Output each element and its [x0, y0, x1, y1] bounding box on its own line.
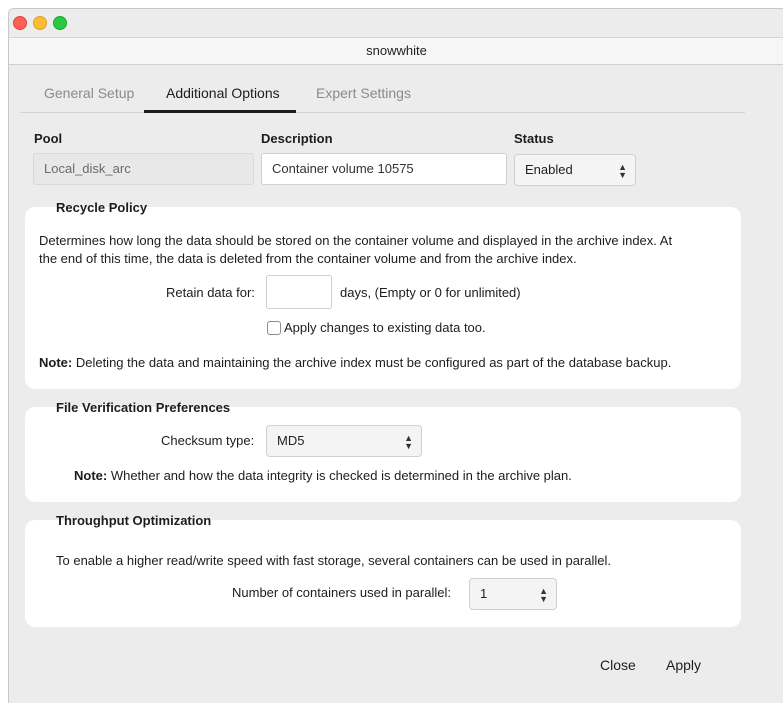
throughput-description: To enable a higher read/write speed with… — [56, 553, 611, 568]
verification-title: File Verification Preferences — [56, 400, 231, 415]
recycle-description-line2: the end of this time, the data is delete… — [39, 251, 577, 266]
checksum-type-select[interactable]: MD5 ▲ ▼ — [266, 425, 422, 457]
checksum-type-label: Checksum type: — [161, 433, 255, 448]
parallel-containers-select[interactable]: 1 ▲ ▼ — [469, 578, 557, 610]
retain-data-label: Retain data for: — [166, 285, 255, 300]
status-label: Status — [514, 131, 554, 146]
recycle-note: Note: Deleting the data and maintaining … — [39, 353, 671, 372]
description-label: Description — [261, 131, 333, 146]
close-button[interactable]: Close — [600, 657, 636, 673]
close-window-button[interactable] — [13, 16, 27, 30]
verification-note-text: Whether and how the data integrity is ch… — [107, 468, 572, 483]
apply-button[interactable]: Apply — [666, 657, 701, 673]
tab-additional-options[interactable]: Additional Options — [166, 85, 280, 119]
verification-note-bold: Note: — [74, 468, 108, 483]
retain-days-input[interactable] — [266, 275, 332, 309]
status-select-value: Enabled — [525, 162, 573, 177]
select-arrows-icon: ▲ ▼ — [539, 586, 548, 604]
verification-note: Note: Whether and how the data integrity… — [74, 466, 572, 485]
select-arrows-icon: ▲ ▼ — [404, 433, 413, 451]
minimize-window-button[interactable] — [33, 16, 47, 30]
apply-existing-checkbox[interactable] — [267, 321, 281, 335]
pool-label: Pool — [34, 131, 63, 146]
select-arrows-icon: ▲ ▼ — [618, 162, 627, 180]
parallel-containers-value: 1 — [480, 586, 488, 601]
tab-expert-settings[interactable]: Expert Settings — [316, 85, 411, 119]
recycle-description-line1: Determines how long the data should be s… — [39, 233, 673, 248]
throughput-title: Throughput Optimization — [56, 513, 212, 528]
checksum-type-value: MD5 — [277, 433, 305, 448]
tab-general-setup[interactable]: General Setup — [44, 85, 134, 119]
apply-existing-label: Apply changes to existing data too. — [284, 320, 486, 335]
description-field[interactable]: Container volume 10575 — [261, 153, 507, 185]
recycle-note-text: Deleting the data and maintaining the ar… — [72, 355, 672, 370]
throughput-panel — [25, 520, 741, 627]
retain-days-hint: days, (Empty or 0 for unlimited) — [340, 285, 521, 300]
tab-bar: General Setup Additional Options Expert … — [20, 76, 745, 113]
title-bar — [9, 9, 783, 36]
active-tab-indicator — [144, 110, 296, 113]
window-title: snowwhite — [9, 37, 783, 65]
parallel-containers-label: Number of containers used in parallel: — [232, 585, 451, 600]
maximize-window-button[interactable] — [53, 16, 67, 30]
status-select[interactable]: Enabled ▲ ▼ — [514, 154, 636, 186]
recycle-note-bold: Note: — [39, 355, 73, 370]
pool-field: Local_disk_arc — [33, 153, 254, 185]
recycle-policy-title: Recycle Policy — [56, 200, 148, 215]
